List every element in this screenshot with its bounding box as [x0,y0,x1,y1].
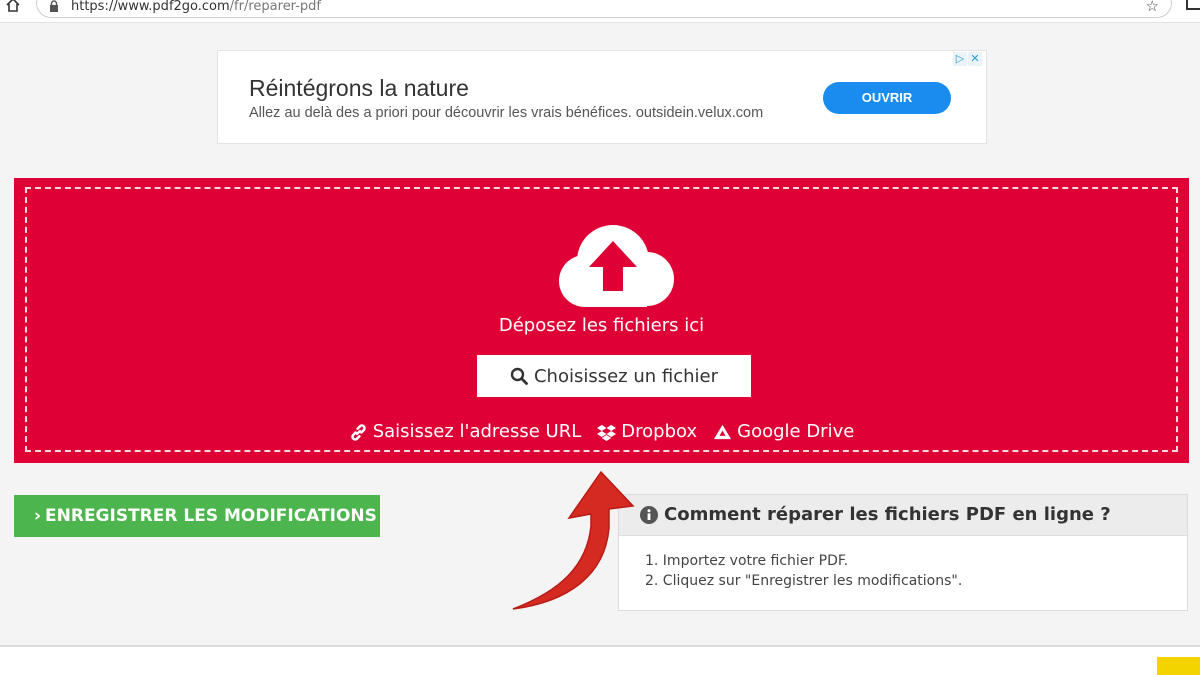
ad-text: Allez au delà des a priori pour découvri… [249,105,764,121]
google-drive-icon [714,424,732,439]
url-source-label: Saisissez l'adresse URL [372,421,582,442]
dropzone-border: Déposez les fichiers ici Choisissez un f… [25,187,1178,452]
dropbox-icon [597,424,617,441]
ad-open-button[interactable]: OUVRIR [823,82,951,114]
howto-panel: Comment réparer les fichiers PDF en lign… [618,494,1188,611]
howto-step: 2. Cliquez sur "Enregistrer les modifica… [645,573,963,589]
lock-icon [50,0,58,12]
save-changes-button[interactable]: › ENREGISTRER LES MODIFICATIONS [14,495,380,537]
adchoices[interactable]: ▷ ✕ [953,52,984,66]
url-text[interactable]: https://www.pdf2go.com/fr/reparer-pdf [71,0,321,14]
save-changes-label: ENREGISTRER LES MODIFICATIONS [45,506,377,526]
home-icon[interactable] [5,0,21,13]
link-icon [350,423,366,441]
drop-files-text: Déposez les fichiers ici [498,315,705,336]
upload-dropzone[interactable]: Déposez les fichiers ici Choisissez un f… [14,178,1189,463]
url-path: /fr/reparer-pdf [229,0,321,14]
chevron-right-icon: › [34,506,42,526]
cloud-upload-icon [559,225,674,307]
search-icon [510,367,528,385]
google-drive-source-link[interactable]: Google Drive [713,421,854,443]
choose-file-label: Choisissez un fichier [533,365,719,387]
google-drive-source-label: Google Drive [737,421,855,442]
howto-step: 1. Importez votre fichier PDF. [645,553,849,569]
dropbox-source-link[interactable]: Dropbox [597,421,697,443]
howto-title: Comment réparer les fichiers PDF en lign… [664,504,1111,525]
choose-file-button[interactable]: Choisissez un fichier [477,355,751,397]
howto-header: Comment réparer les fichiers PDF en lign… [619,495,1187,536]
howto-steps: 1. Importez votre fichier PDF. 2. Clique… [645,551,962,591]
ad-banner[interactable]: Réintégrons la nature Allez au delà des … [217,50,987,144]
bottom-bar [0,645,1200,675]
bookmark-star-icon[interactable]: ☆ [1146,0,1159,14]
dropbox-source-label: Dropbox [621,421,698,442]
url-source-link[interactable]: Saisissez l'adresse URL [349,421,582,443]
upload-sources: Saisissez l'adresse URL Dropbox Google D… [27,421,1176,443]
curved-arrow-icon [512,470,635,610]
browser-toolbar: https://www.pdf2go.com/fr/reparer-pdf ☆ [0,0,1200,23]
address-bar[interactable]: https://www.pdf2go.com/fr/reparer-pdf ☆ [36,0,1172,18]
ad-close-icon[interactable]: ✕ [968,52,982,66]
ad-title: Réintégrons la nature [249,75,469,101]
yellow-block [1157,657,1200,675]
adchoices-icon[interactable]: ▷ [953,52,967,66]
url-base: https://www.pdf2go.com [71,0,230,14]
extension-icon[interactable] [1186,0,1200,10]
